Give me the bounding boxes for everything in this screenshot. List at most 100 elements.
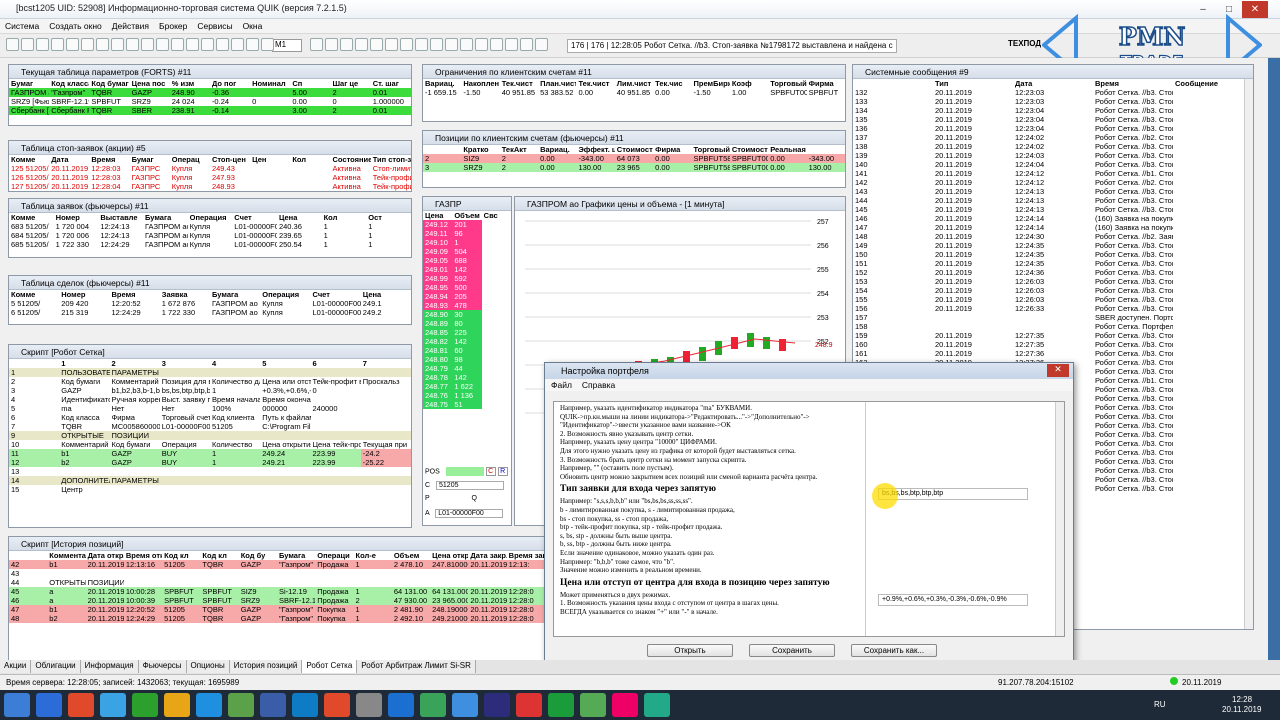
column-header[interactable]: Накоплен <box>461 79 499 88</box>
toolbar-button-13[interactable] <box>201 38 214 51</box>
taskbar-app-icon-16[interactable] <box>548 693 574 717</box>
column-header[interactable]: Код бумаг <box>89 79 129 88</box>
taskbar-app-icon-5[interactable] <box>196 693 222 717</box>
column-header[interactable]: Фирма <box>807 79 845 88</box>
column-header[interactable]: Код класса <box>49 79 89 88</box>
column-header[interactable]: Ост <box>366 213 411 222</box>
taskbar-app-icon-10[interactable] <box>356 693 382 717</box>
taskbar-app-icon-13[interactable] <box>452 693 478 717</box>
column-header[interactable] <box>853 79 933 88</box>
taskbar-app-icon-19[interactable] <box>644 693 670 717</box>
column-header[interactable]: Лим.чист <box>615 79 653 88</box>
column-header[interactable]: Кол-е <box>354 551 392 560</box>
column-header[interactable]: Торговый счет <box>768 79 806 88</box>
column-header[interactable]: Цена пос <box>130 79 170 88</box>
table-row[interactable]: 47 b1 20.11.2019 12:20:52 51205 TQBR GAZP "Газп… <box>9 605 545 614</box>
script-row[interactable]: 12 b2 GAZP BUY 1 249.21 223.99 -25.22 <box>9 458 411 467</box>
tab-1[interactable]: Облигации <box>31 660 81 673</box>
toolbar-button-4[interactable] <box>66 38 79 51</box>
ask-row[interactable]: 248.94 205 <box>423 292 511 301</box>
table-row[interactable]: 143 20.11.2019 12:24:13 Робот Сетка. //b3. … <box>853 187 1253 196</box>
toolbar-button-3[interactable] <box>51 38 64 51</box>
save-button[interactable]: Сохранить <box>749 644 835 657</box>
table-row[interactable]: 138 20.11.2019 12:24:02 Робот Сетка. //b3. … <box>853 142 1253 151</box>
table-row[interactable]: 145 20.11.2019 12:24:13 Робот Сетка. //b3. … <box>853 205 1253 214</box>
script-row[interactable]: 15 Центр <box>9 485 411 494</box>
toolbar-tool-9[interactable] <box>445 38 458 51</box>
table-row[interactable]: 684 51205/1 720 006 12:24:13 ГАЗПРОМ ао [М… <box>9 231 411 240</box>
toolbar-tool-1[interactable] <box>325 38 338 51</box>
script-row[interactable]: 2 Код бумаги КомментарийПозиция для вхКоли… <box>9 377 411 386</box>
table-row[interactable]: -1 659.15 -1.50 40 951.85 53 383.52 0.00 40 9… <box>423 88 845 97</box>
tab-5[interactable]: История позиций <box>229 660 303 673</box>
column-header[interactable]: Выставле <box>98 213 143 222</box>
dialog-menu-item[interactable]: Файл <box>551 380 572 390</box>
toolbar-tool-15[interactable] <box>535 38 548 51</box>
bid-row[interactable]: 248.81 60 <box>423 346 511 355</box>
column-header[interactable]: Кол <box>290 155 330 164</box>
bid-row[interactable]: 248.78 142 <box>423 373 511 382</box>
column-header[interactable]: Торговый счет <box>692 145 730 154</box>
table-row[interactable]: 126 51205/20.11.2019 12:28:03 ГАЗПРС Купля 2… <box>9 173 411 182</box>
column-header[interactable]: Ст. шаг <box>371 79 411 88</box>
toolbar-button-0[interactable] <box>6 38 19 51</box>
menu-item-1[interactable]: Создать окно <box>44 19 107 33</box>
tab-7[interactable]: Робот Арбитраж Лимит Si-SR <box>357 660 476 673</box>
column-header[interactable]: ПремБиржев <box>692 79 730 88</box>
toolbar-tool-14[interactable] <box>520 38 533 51</box>
toolbar-tool-10[interactable] <box>460 38 473 51</box>
script-row[interactable]: 5 ma Нет Нет 100% 000000 240000 <box>9 404 411 413</box>
table-row[interactable]: 5 51205/209 420 12:20:52 1 672 876 ГАЗПРОМ … <box>9 299 411 308</box>
script-row[interactable]: 9 ОТКРЫТЫЕ ПОЗИЦИИ <box>9 431 411 440</box>
pos-field[interactable] <box>445 467 484 476</box>
column-header[interactable]: Фирма <box>653 145 691 154</box>
script-row[interactable]: 11 b1 GAZP BUY 1 249.24 223.99 -24.2 <box>9 449 411 458</box>
taskbar-app-icon-12[interactable] <box>420 693 446 717</box>
column-header[interactable]: Время <box>110 290 160 299</box>
toolbar-tool-13[interactable] <box>505 38 518 51</box>
column-header[interactable]: Цен <box>250 155 290 164</box>
column-header[interactable]: Стоп-цен <box>210 155 250 164</box>
table-row[interactable]: 685 51205/1 722 330 12:24:29 ГАЗПРОМ ао [М… <box>9 240 411 249</box>
tab-2[interactable]: Информация <box>80 660 139 673</box>
save-as-button[interactable]: Сохранить как... <box>851 644 937 657</box>
ask-row[interactable]: 248.95 500 <box>423 283 511 292</box>
table-row[interactable]: 149 20.11.2019 12:24:35 Робот Сетка. //b3. … <box>853 241 1253 250</box>
table-row[interactable]: ГАЗПРОМ ао [МБ"Газпром" TQBR GAZP 248.90 -0.… <box>9 88 411 97</box>
column-header[interactable]: Бумага <box>210 290 260 299</box>
column-header[interactable]: Вариац. <box>538 145 576 154</box>
table-row[interactable]: 151 20.11.2019 12:24:35 Робот Сетка. //b3. … <box>853 259 1253 268</box>
toolbar-button-7[interactable] <box>111 38 124 51</box>
ask-row[interactable]: 249.09 504 <box>423 247 511 256</box>
table-row[interactable]: 43 <box>9 569 545 578</box>
script-row[interactable]: 14 ДОПОЛНИТЕЛ ПАРАМЕТРЫ <box>9 476 411 485</box>
bid-row[interactable]: 248.80 98 <box>423 355 511 364</box>
column-header[interactable]: Дата <box>49 155 89 164</box>
script-row[interactable]: 6 Код класса Фирма Торговый счет Код клиента… <box>9 413 411 422</box>
clock-date[interactable]: 20.11.2019 <box>1222 705 1261 714</box>
taskbar-app-icon-15[interactable] <box>516 693 542 717</box>
table-row[interactable]: 127 51205/20.11.2019 12:28:04 ГАЗПРС Купля 2… <box>9 182 411 191</box>
taskbar-app-icon-1[interactable] <box>68 693 94 717</box>
column-header[interactable]: Время зак <box>507 551 545 560</box>
table-row[interactable]: 46 a 20.11.2019 10:00:39 SPBFUT SPBFUT SRZ9 SBR… <box>9 596 545 605</box>
dialog-menu-item[interactable]: Справка <box>582 380 615 390</box>
table-row[interactable]: 150 20.11.2019 12:24:35 Робот Сетка. //b3. … <box>853 250 1253 259</box>
taskbar-app-icon-9[interactable] <box>324 693 350 717</box>
column-header[interactable]: Комментари <box>47 551 85 560</box>
column-header[interactable]: Тек.чист <box>576 79 614 88</box>
column-header[interactable]: Дата откр. <box>86 551 124 560</box>
script-row[interactable]: 7 TQBR MC0058600000 L01-00000F00 51205 C:\Pro… <box>9 422 411 431</box>
column-header[interactable]: Операция <box>188 213 233 222</box>
column-header[interactable]: Вариац. <box>423 79 461 88</box>
column-header[interactable]: Время <box>1093 79 1173 88</box>
bid-row[interactable]: 248.79 44 <box>423 364 511 373</box>
column-header[interactable]: % изм <box>170 79 210 88</box>
script-row[interactable]: 13 <box>9 467 411 476</box>
table-row[interactable]: 142 20.11.2019 12:24:12 Робот Сетка. //b2. … <box>853 178 1253 187</box>
toolbar-button-11[interactable] <box>171 38 184 51</box>
toolbar-tool-0[interactable] <box>310 38 323 51</box>
btn-c[interactable]: C <box>485 467 496 477</box>
column-header[interactable]: ТекАкт <box>500 145 538 154</box>
taskbar-app-icon-2[interactable] <box>100 693 126 717</box>
